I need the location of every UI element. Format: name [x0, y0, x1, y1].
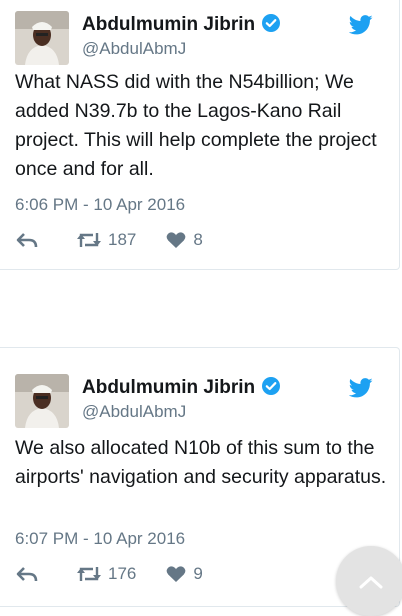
reply-icon [16, 567, 38, 582]
retweet-button[interactable]: 187 [76, 230, 136, 250]
retweet-icon [77, 567, 101, 581]
tweet-text: What NASS did with the N54billion; We ad… [15, 71, 377, 180]
heart-icon [167, 566, 186, 582]
scroll-to-top-button[interactable] [336, 546, 402, 616]
avatar[interactable] [15, 11, 69, 65]
tweet-card[interactable]: Abdulmumin Jibrin @AbdulAbmJ What NASS d… [0, 0, 400, 270]
chevron-up-icon [359, 576, 383, 589]
author-handle[interactable]: @AbdulAbmJ [82, 402, 186, 422]
tweet-actions: 176 9 [16, 562, 203, 586]
author-handle[interactable]: @AbdulAbmJ [82, 39, 186, 59]
tweet-timestamp[interactable]: 6:07 PM - 10 Apr 2016 [15, 529, 185, 549]
verified-badge-icon [262, 14, 281, 32]
retweet-icon [77, 233, 101, 247]
like-button[interactable]: 9 [166, 564, 203, 584]
twitter-bird-icon[interactable] [349, 15, 373, 35]
like-count: 8 [193, 230, 203, 249]
retweet-count: 176 [108, 564, 137, 583]
verified-badge-icon [262, 377, 281, 395]
tweet-timestamp[interactable]: 6:06 PM - 10 Apr 2016 [15, 195, 185, 215]
tweet-text: We also allocated N10b of this sum to th… [15, 437, 387, 488]
avatar[interactable] [15, 374, 69, 428]
retweet-count: 187 [108, 230, 137, 249]
like-button[interactable]: 8 [166, 230, 203, 250]
reply-icon [16, 233, 38, 248]
twitter-bird-icon[interactable] [349, 378, 373, 398]
heart-icon [167, 232, 186, 248]
reply-button[interactable] [16, 232, 38, 248]
author-name[interactable]: Abdulmumin Jibrin [82, 13, 281, 36]
author-name[interactable]: Abdulmumin Jibrin [82, 376, 281, 399]
like-count: 9 [193, 564, 203, 583]
tweet-actions: 187 8 [16, 228, 203, 252]
retweet-button[interactable]: 176 [76, 564, 136, 584]
reply-button[interactable] [16, 566, 38, 582]
